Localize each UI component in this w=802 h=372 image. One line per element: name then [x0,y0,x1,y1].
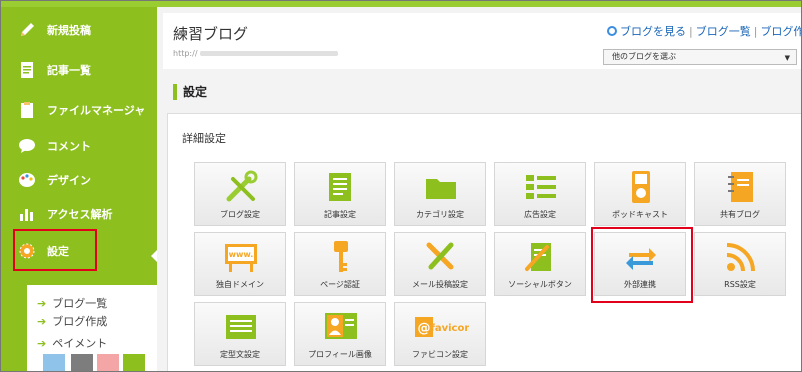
tile-favicon-settings[interactable]: @ favicon ファビコン設定 [394,302,486,366]
document-icon [329,173,351,201]
arrow-right-icon: ➔ [37,314,47,328]
sidebar-item-analytics[interactable]: アクセス解析 [1,197,157,231]
tile-social-button[interactable]: ソーシャルボタン [494,232,586,296]
sidebar-item-label: コメント [47,140,91,153]
tile-category-settings[interactable]: カテゴリ設定 [394,162,486,226]
tile-ad-settings[interactable]: 広告設定 [494,162,586,226]
rss-icon [726,243,755,272]
pen-paper-icon [525,243,551,271]
sub-item-blog-list[interactable]: ➔ ブログ一覧 [37,295,107,311]
sidebar-item-articles[interactable]: 記事一覧 [1,53,157,87]
tile-mail-post-settings[interactable]: メール投稿設定 [394,232,486,296]
tile-article-settings[interactable]: 記事設定 [294,162,386,226]
pencil-icon [17,20,37,40]
www-sign-icon: www. [225,244,257,272]
settings-highlight-box [13,229,97,271]
tile-podcast[interactable]: ポッドキャスト [594,162,686,226]
panel-title: 詳細設定 [182,132,226,145]
tile-custom-domain[interactable]: www. 独自ドメイン [194,232,286,296]
sidebar-item-label: 新規投稿 [47,24,91,37]
blog-url: http:// [173,49,338,58]
template-icon [226,315,256,339]
theme-swatch-green[interactable] [123,354,145,371]
file-manager-icon [17,100,37,120]
blog-select[interactable]: 他のブログを選ぶ ▼ [603,49,797,65]
caret-down-icon: ▼ [784,54,790,62]
svg-text:@: @ [418,321,431,336]
sidebar-item-label: 記事一覧 [47,64,91,77]
tile-template-settings[interactable]: 定型文設定 [194,302,286,366]
sub-item-payment[interactable]: ➔ ペイメント [37,335,107,351]
theme-swatch-gray[interactable] [71,354,93,371]
blog-create-link[interactable]: ブログ作 [760,25,801,38]
sidebar-item-label: デザイン [47,174,91,187]
profile-card-icon [325,313,357,339]
tile-page-auth[interactable]: ページ認証 [294,232,386,296]
arrow-right-icon: ➔ [37,336,47,350]
svg-text:www.: www. [229,250,254,259]
palette-icon [17,170,37,190]
ipod-icon [632,171,650,203]
external-link-highlight-box [591,227,693,303]
page-title: 設定 [173,83,207,100]
favicon-icon: @ favicon [415,317,469,337]
detail-settings-panel: 詳細設定 ブログ設定 記事設定 カテゴリ設定 広告設定 ポッドキャスト 共有ブロ… [167,113,801,371]
title-accent-bar [173,83,177,100]
blog-header: 練習ブログ http:// ブログを見る | ブログ一覧 | ブログ作 他のブログを選ぶ… [163,13,801,69]
sidebar-item-label: アクセス解析 [47,208,113,221]
tile-shared-blog[interactable]: 共有ブログ [694,162,786,226]
header-links: ブログを見る | ブログ一覧 | ブログ作 [607,23,801,39]
sidebar: 新規投稿 記事一覧 ファイルマネージャ コメント デザイン アクセス解析 設定 … [1,7,157,371]
main-content: 練習ブログ http:// ブログを見る | ブログ一覧 | ブログ作 他のブログを選ぶ… [157,7,801,371]
view-blog-link[interactable]: ブログを見る [620,25,686,38]
notebook-icon [728,172,753,202]
tools-icon [226,170,258,202]
theme-swatch-blue[interactable] [43,354,65,371]
comment-icon [17,136,37,156]
sidebar-item-label: ファイルマネージャ [47,104,146,117]
wrench-pencil-icon [426,242,454,270]
arrow-right-icon: ➔ [37,296,47,310]
svg-text:favicon: favicon [431,323,469,334]
key-icon [334,241,348,272]
tile-profile-image[interactable]: プロフィール画像 [294,302,386,366]
bar-chart-icon [17,204,37,224]
tile-rss-settings[interactable]: RSS設定 [694,232,786,296]
app-window: 新規投稿 記事一覧 ファイルマネージャ コメント デザイン アクセス解析 設定 … [0,0,802,372]
sidebar-item-design[interactable]: デザイン [1,163,157,197]
blog-list-link[interactable]: ブログ一覧 [696,25,751,38]
folder-icon [426,179,456,199]
document-icon [17,60,37,80]
sub-item-blog-create[interactable]: ➔ ブログ作成 [37,313,107,329]
tile-blog-settings[interactable]: ブログ設定 [194,162,286,226]
blog-title: 練習ブログ [173,25,249,43]
list-icon [526,175,556,199]
sidebar-item-file-manager[interactable]: ファイルマネージャ [1,93,157,127]
sidebar-item-comments[interactable]: コメント [1,129,157,163]
globe-icon [607,26,617,36]
sidebar-item-new-post[interactable]: 新規投稿 [1,13,157,47]
theme-swatch-pink[interactable] [97,354,119,371]
